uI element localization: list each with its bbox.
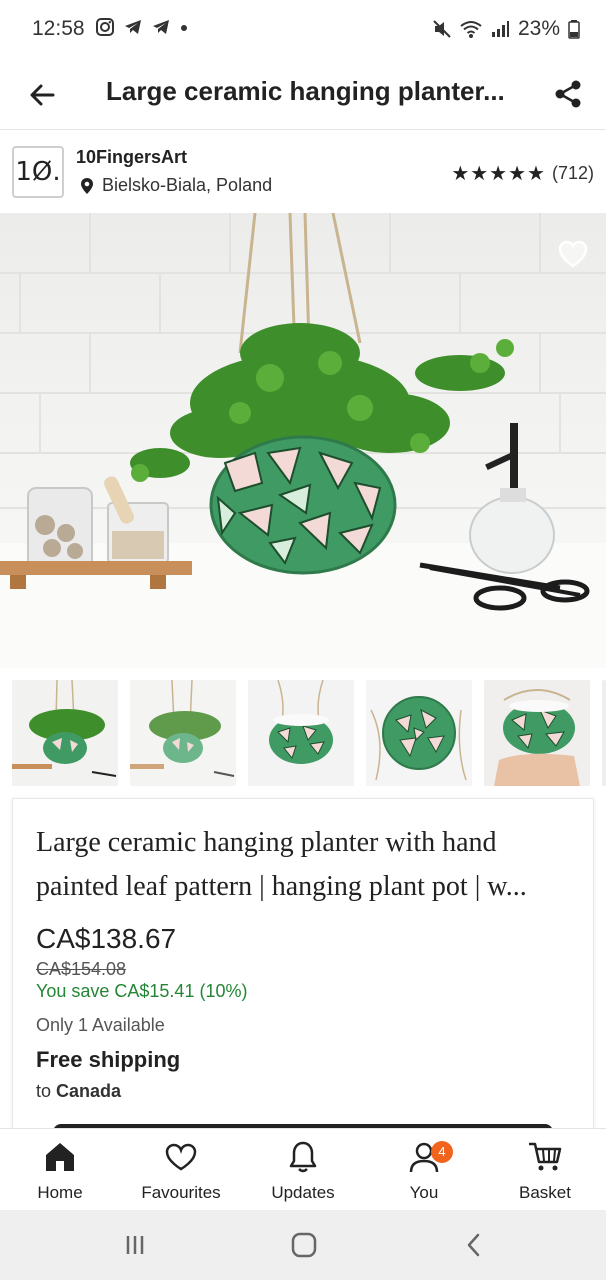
recent-apps-button[interactable] [115, 1230, 155, 1260]
planter-with-plant-thumb-2-icon [130, 680, 236, 786]
share-icon [555, 80, 581, 108]
nav-home-label: Home [37, 1183, 83, 1202]
thumbnail-3[interactable] [248, 680, 354, 786]
more-notifications-dot-icon [181, 25, 187, 31]
nav-favourites-label: Favourites [141, 1183, 221, 1202]
nav-home[interactable]: Home [5, 1137, 115, 1203]
rating-stars-icon: ★★★★★ [451, 163, 546, 185]
nav-basket[interactable]: Basket [490, 1137, 600, 1203]
battery-percent: 23% [517, 17, 560, 40]
nav-updates-label: Updates [271, 1183, 335, 1202]
savings-text: You save CA$15.41 (10%) [36, 981, 248, 1001]
chevron-left-icon [467, 1233, 480, 1257]
telegram-icon-2 [153, 20, 169, 34]
bottom-navigation: Home Favourites Updates 4 You Basket [0, 1128, 606, 1210]
shop-name[interactable]: 10FingersArt [76, 147, 187, 168]
listing-title[interactable]: Large ceramic hanging planter with hand … [36, 821, 576, 909]
main-product-image[interactable] [0, 213, 606, 668]
share-button[interactable] [548, 74, 588, 114]
heart-outline-icon [558, 240, 588, 268]
availability-text: Only 1 Available [36, 1015, 165, 1035]
thumbnail-5[interactable] [484, 680, 590, 786]
nav-basket-label: Basket [519, 1183, 571, 1202]
telegram-icon [125, 20, 141, 34]
status-bar: 12:58 23% [0, 0, 606, 60]
instagram-icon [96, 18, 114, 36]
arrow-left-icon [30, 84, 55, 106]
empty-planter-thumb-icon [248, 680, 354, 786]
planter-top-view-thumb-icon [366, 680, 472, 786]
home-system-button[interactable] [284, 1230, 324, 1260]
bell-icon [289, 1141, 317, 1173]
back-button[interactable] [22, 75, 62, 115]
nav-you[interactable]: 4 You [369, 1137, 479, 1203]
status-time: 12:58 [32, 17, 85, 40]
planter-with-plant-thumb-icon [12, 680, 118, 786]
notification-icons [95, 17, 189, 37]
current-price: CA$138.67 [36, 923, 177, 954]
thumbnail-6-partial[interactable] [602, 680, 606, 786]
shipping-to-prefix: to [36, 1081, 52, 1101]
shipping-title: Free shipping [36, 1047, 181, 1072]
basket-icon [529, 1142, 562, 1171]
battery-icon [568, 20, 580, 39]
back-system-button[interactable] [454, 1230, 494, 1260]
listing-info-card: Large ceramic hanging planter with hand … [12, 798, 594, 1132]
thumbnail-1[interactable] [12, 680, 118, 786]
heart-icon [165, 1143, 197, 1171]
shop-location-text: Bielsko-Biala, Poland [102, 175, 273, 195]
planter-in-hand-thumb-icon [484, 680, 590, 786]
recent-apps-icon [126, 1236, 144, 1254]
hanging-planter-photo [0, 213, 606, 668]
nav-favourites[interactable]: Favourites [126, 1137, 236, 1203]
favourite-button[interactable] [556, 237, 590, 271]
nav-updates[interactable]: Updates [248, 1137, 358, 1203]
wifi-icon [460, 21, 482, 38]
thumbnail-2[interactable] [130, 680, 236, 786]
shop-logo[interactable]: 1Ø. [12, 146, 64, 198]
shipping-country: Canada [56, 1081, 122, 1101]
page-title: Large ceramic hanging planter... [106, 76, 505, 106]
nav-you-label: You [409, 1183, 439, 1202]
notification-badge: 4 [431, 1141, 453, 1163]
home-circle-icon [291, 1232, 317, 1258]
mute-icon [433, 20, 451, 38]
location-pin-icon [81, 177, 93, 194]
review-count: (712) [551, 163, 594, 183]
shop-header[interactable]: 1Ø. 10FingersArt Bielsko-Biala, Poland ★… [0, 131, 606, 213]
original-price: CA$154.08 [36, 959, 127, 979]
shop-rating[interactable]: ★★★★★ (712) [451, 161, 594, 186]
image-thumbnails [0, 668, 606, 796]
shop-logo-text: 1Ø. [15, 157, 61, 187]
system-icons: 23% [432, 17, 580, 41]
home-icon [46, 1143, 74, 1171]
system-navigation-bar [0, 1210, 606, 1280]
thumbnail-4[interactable] [366, 680, 472, 786]
app-bar: Large ceramic hanging planter... [0, 60, 606, 130]
signal-icon [491, 21, 509, 37]
shop-location: Bielsko-Biala, Poland [80, 175, 272, 196]
shipping-destination: to Canada [36, 1081, 121, 1102]
